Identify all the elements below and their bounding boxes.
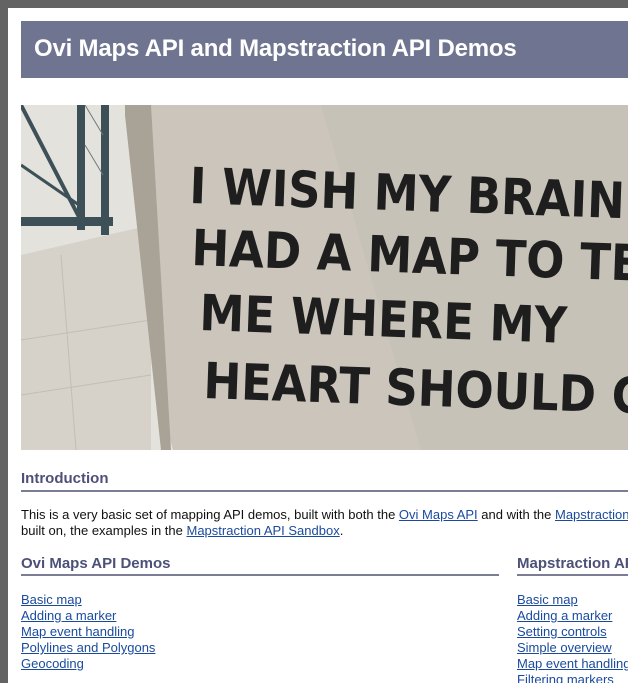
page-title: Ovi Maps API and Mapstraction API Demos (34, 35, 517, 62)
ovi-basic-map-link[interactable]: Basic map (21, 592, 82, 607)
list-item: Geocoding (21, 656, 155, 672)
ovi-maps-api-link[interactable]: Ovi Maps API (399, 507, 478, 522)
intro-text-3: built on, the examples in the (21, 523, 187, 538)
hero-image: I WISH MY BRAIN HAD A MAP TO TELL ME WHE… (21, 105, 628, 450)
mxn-setting-controls-link[interactable]: Setting controls (517, 624, 607, 639)
page-header: Ovi Maps API and Mapstraction API Demos (21, 21, 628, 78)
hero-photo: I WISH MY BRAIN HAD A MAP TO TELL ME WHE… (21, 105, 628, 450)
mapstraction-demos-list: Basic map Adding a marker Setting contro… (517, 592, 628, 683)
ovi-map-event-handling-link[interactable]: Map event handling (21, 624, 134, 639)
list-item: Basic map (21, 592, 155, 608)
ovi-demos-list: Basic map Adding a marker Map event hand… (21, 592, 155, 672)
mxn-map-event-handling-link[interactable]: Map event handling (517, 656, 628, 671)
mxn-simple-overview-link[interactable]: Simple overview (517, 640, 612, 655)
list-item: Map event handling (517, 656, 628, 672)
mapstraction-sandbox-link[interactable]: Mapstraction API Sandbox (187, 523, 340, 538)
list-item: Map event handling (21, 624, 155, 640)
intro-line-2: built on, the examples in the Mapstracti… (21, 523, 628, 539)
page: Ovi Maps API and Mapstraction API Demos (8, 8, 628, 683)
list-item: Simple overview (517, 640, 628, 656)
ovi-demos-title: Ovi Maps API Demos (21, 555, 171, 572)
ovi-adding-marker-link[interactable]: Adding a marker (21, 608, 116, 623)
mxn-filtering-markers-link[interactable]: Filtering markers (517, 672, 614, 683)
intro-line-1: This is a very basic set of mapping API … (21, 507, 628, 523)
ovi-demos-divider (21, 574, 499, 576)
intro-paragraph: This is a very basic set of mapping API … (21, 507, 628, 539)
intro-text-4: . (339, 523, 344, 538)
list-item: Adding a marker (517, 608, 628, 624)
intro-text-2: and with the (477, 507, 555, 522)
intro-title: Introduction (21, 470, 109, 487)
list-item: Adding a marker (21, 608, 155, 624)
mxn-basic-map-link[interactable]: Basic map (517, 592, 578, 607)
ovi-polylines-polygons-link[interactable]: Polylines and Polygons (21, 640, 155, 655)
mxn-adding-marker-link[interactable]: Adding a marker (517, 608, 612, 623)
list-item: Filtering markers (517, 672, 628, 683)
mapstraction-demos-title: Mapstraction API Demos (517, 555, 628, 572)
mapstraction-link[interactable]: Mapstraction (555, 507, 628, 522)
list-item: Polylines and Polygons (21, 640, 155, 656)
list-item: Basic map (517, 592, 628, 608)
intro-divider (21, 490, 628, 492)
list-item: Setting controls (517, 624, 628, 640)
ovi-geocoding-link[interactable]: Geocoding (21, 656, 84, 671)
mapstraction-demos-divider (517, 574, 628, 576)
intro-text-1: This is a very basic set of mapping API … (21, 507, 399, 522)
